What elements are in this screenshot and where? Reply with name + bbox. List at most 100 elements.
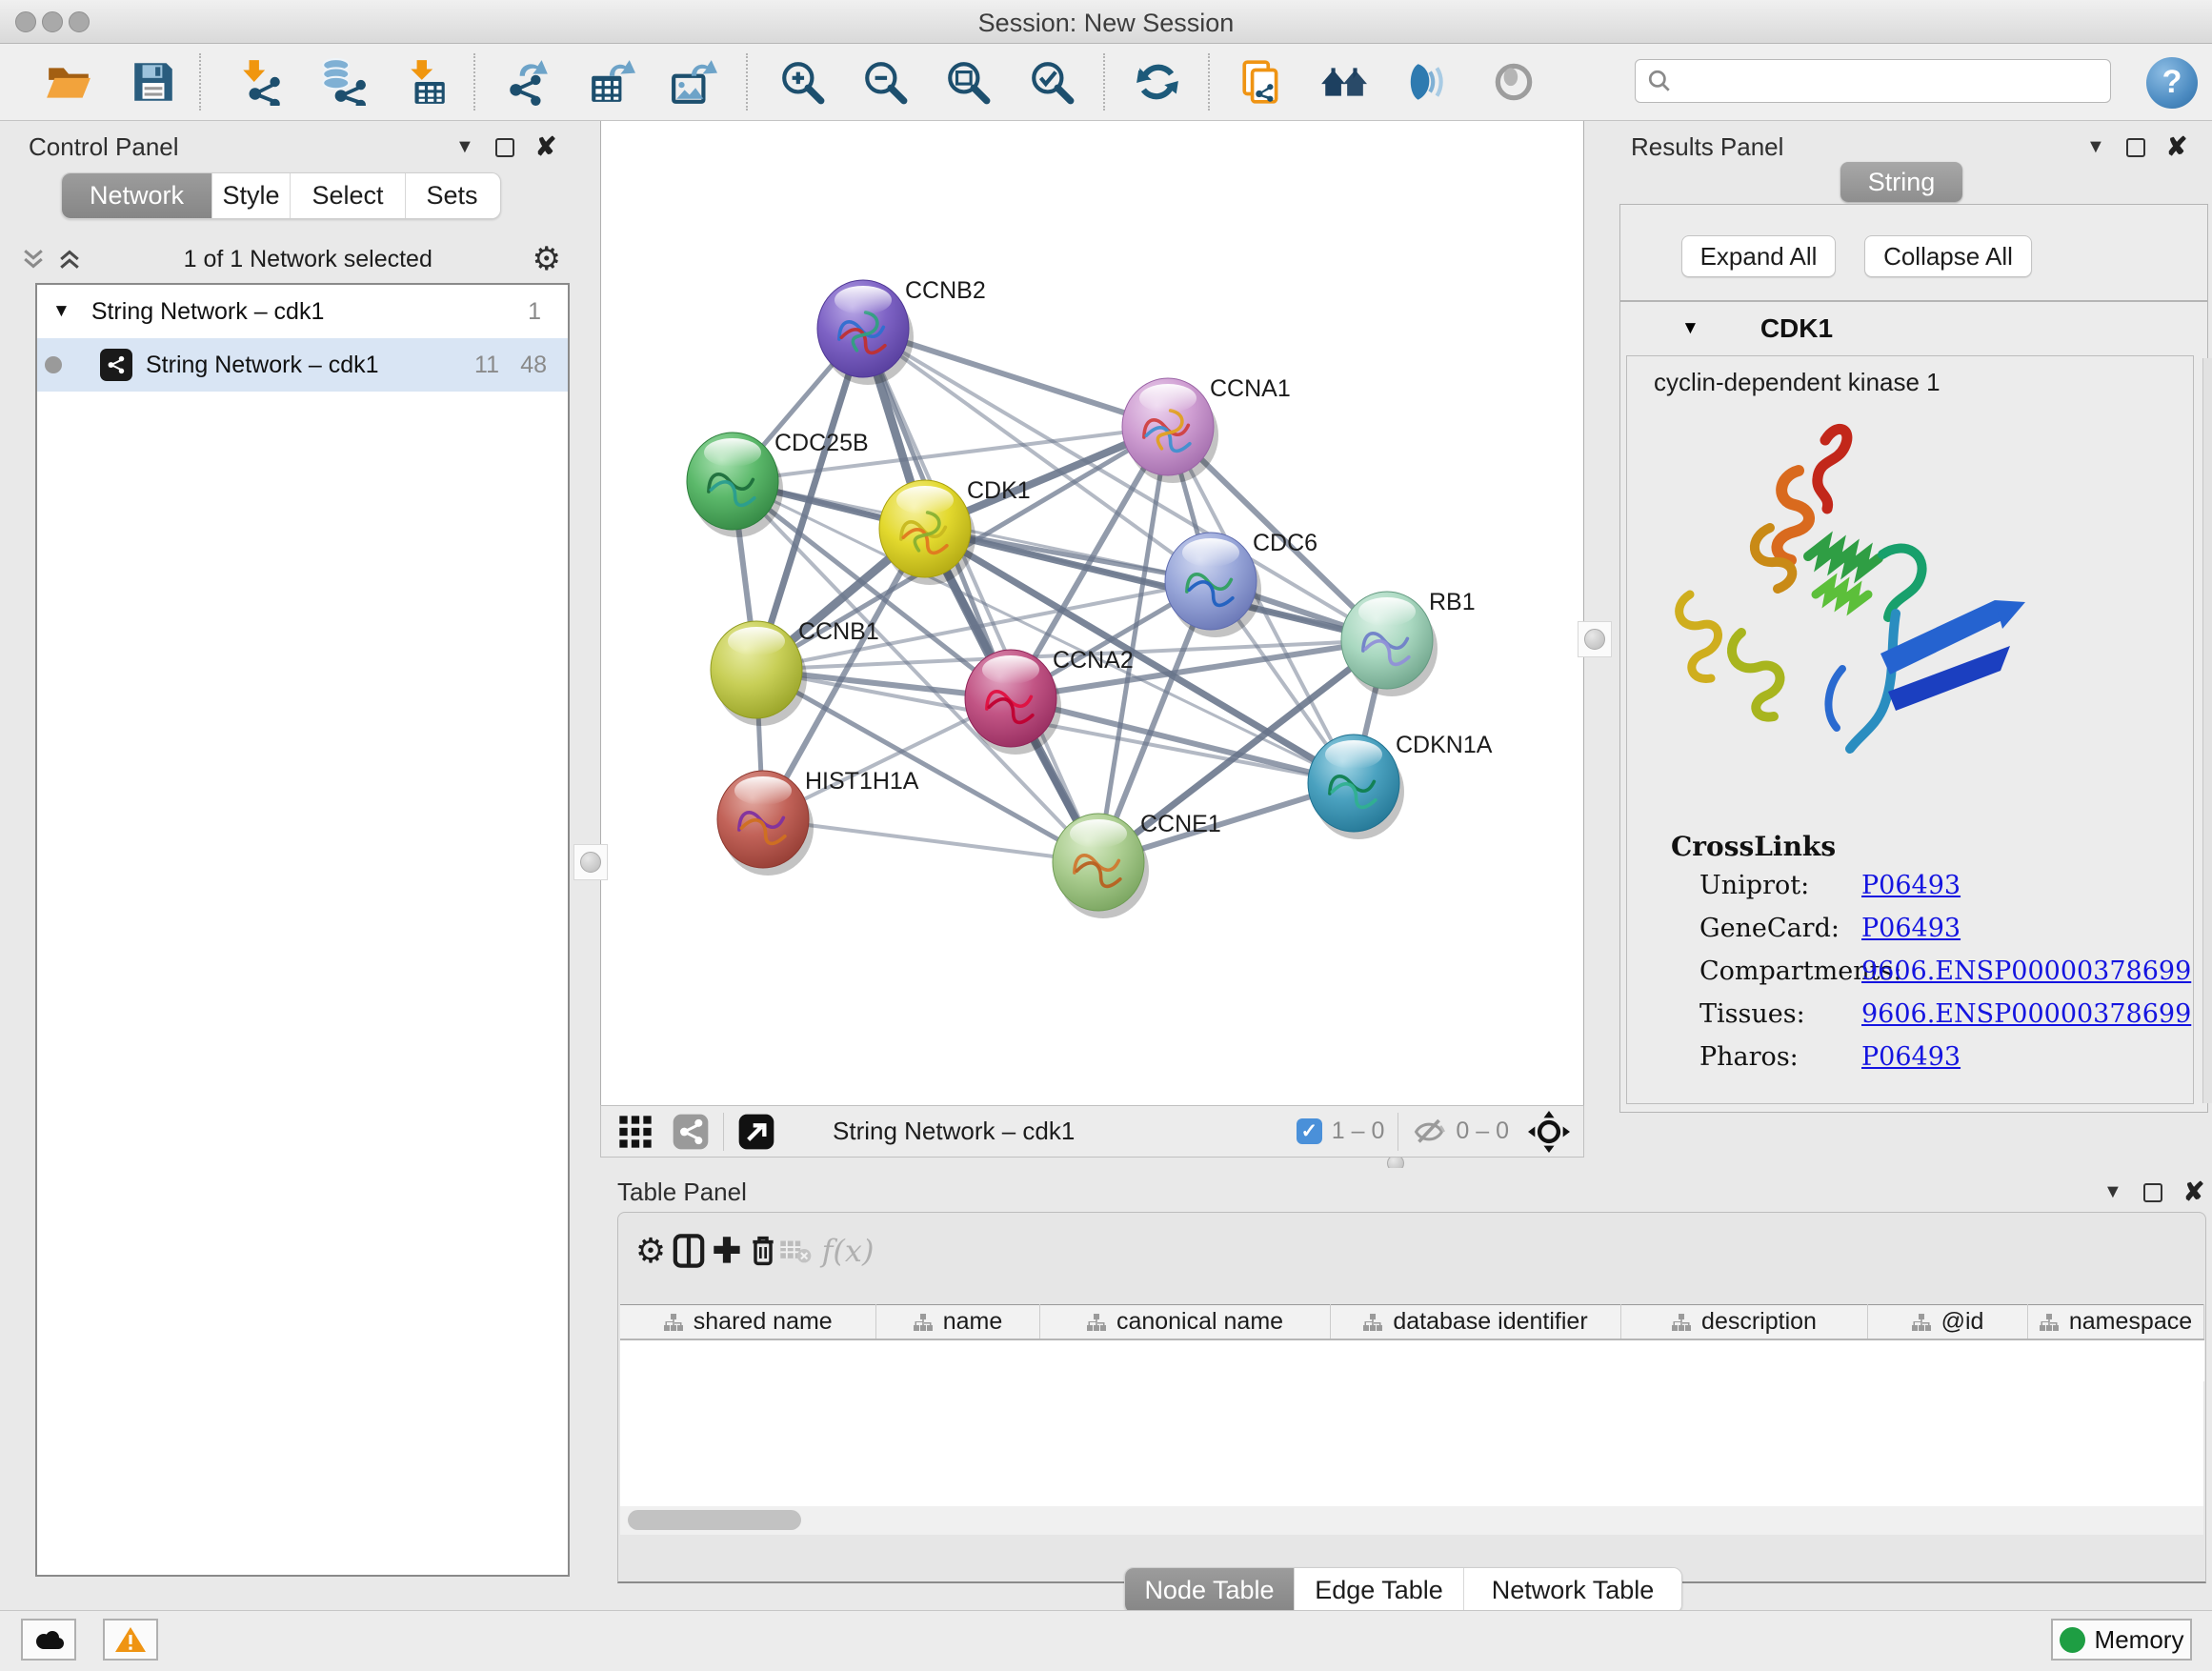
search-input[interactable] xyxy=(1672,68,2081,94)
crosslink-link[interactable]: P06493 xyxy=(1861,914,1961,943)
tab-style[interactable]: Style xyxy=(212,173,291,218)
collapse-all-button[interactable]: Collapse All xyxy=(1864,235,2032,277)
section-collapse-icon[interactable]: ▼ xyxy=(1681,318,1699,339)
grid-view-icon[interactable] xyxy=(616,1113,654,1151)
scrollbar-thumb[interactable] xyxy=(628,1510,801,1530)
crosslink-link[interactable]: P06493 xyxy=(1861,1042,1961,1072)
export-image-icon[interactable] xyxy=(669,57,718,107)
tab-network[interactable]: Network xyxy=(62,173,212,218)
save-session-icon[interactable] xyxy=(129,57,178,107)
right-splitter-handle[interactable] xyxy=(1578,621,1612,657)
warning-icon xyxy=(114,1625,147,1654)
zoom-out-icon[interactable] xyxy=(860,57,910,107)
warning-button[interactable] xyxy=(103,1619,158,1661)
home-icon[interactable] xyxy=(1318,57,1368,107)
open-session-icon[interactable] xyxy=(44,57,93,107)
expand-all-button[interactable]: Expand All xyxy=(1681,235,1836,277)
tab-network-table[interactable]: Network Table xyxy=(1464,1568,1681,1613)
network-node[interactable]: HIST1H1A xyxy=(717,768,919,876)
column-header-shared-name[interactable]: shared name xyxy=(620,1305,875,1339)
network-selection-status: 1 of 1 Network selected xyxy=(84,246,533,273)
export-table-icon[interactable] xyxy=(587,57,636,107)
crosslink-link[interactable]: 9606.ENSP00000378699 xyxy=(1861,999,2191,1029)
show-columns-icon[interactable] xyxy=(668,1230,710,1272)
import-table-icon[interactable] xyxy=(402,57,452,107)
column-header-namespace[interactable]: namespace xyxy=(2027,1305,2203,1339)
open-recent-session-icon[interactable] xyxy=(1237,57,1287,107)
left-splitter-handle[interactable] xyxy=(573,844,608,880)
network-node[interactable]: CCNB2 xyxy=(817,277,986,385)
panel-float-icon[interactable] xyxy=(495,138,514,157)
import-network-icon[interactable] xyxy=(236,57,286,107)
panel-menu-icon[interactable]: ▼ xyxy=(2103,1181,2122,1203)
delete-table-icon[interactable] xyxy=(774,1230,816,1272)
table-panel: Table Panel ▼ ✘ ⚙ ✚ f(x) shared namename… xyxy=(600,1168,2212,1610)
memory-label: Memory xyxy=(2095,1625,2184,1655)
network-node[interactable]: CDC25B xyxy=(687,430,869,537)
crosslink-link[interactable]: 9606.ENSP00000378699 xyxy=(1861,956,2191,986)
table-settings-gear-icon[interactable]: ⚙ xyxy=(630,1230,672,1272)
selected-checkbox-icon[interactable]: ✓ xyxy=(1297,1118,1322,1144)
tab-sets[interactable]: Sets xyxy=(406,173,498,218)
network-node[interactable]: CCNE1 xyxy=(1053,811,1221,918)
import-database-icon[interactable] xyxy=(318,57,368,107)
panel-menu-icon[interactable]: ▼ xyxy=(2086,136,2105,158)
panel-close-icon[interactable]: ✘ xyxy=(2166,132,2188,162)
column-header--id[interactable]: @id xyxy=(1867,1305,2027,1339)
panel-close-icon[interactable]: ✘ xyxy=(2183,1178,2205,1207)
memory-button[interactable]: Memory xyxy=(2051,1619,2192,1661)
search-box[interactable] xyxy=(1635,59,2111,103)
panel-menu-icon[interactable]: ▼ xyxy=(455,136,474,158)
selected-counts: 1 – 0 xyxy=(1332,1117,1385,1145)
string-network-graph[interactable]: CCNB2CCNA1CDC25BCDK1CDC6RB1CCNB1CCNA2CDK… xyxy=(601,121,1583,1103)
column-header-database-identifier[interactable]: database identifier xyxy=(1330,1305,1620,1339)
protein-structure-image xyxy=(1656,413,2056,795)
network-options-gear-icon[interactable]: ⚙ xyxy=(533,240,561,278)
detach-view-icon[interactable] xyxy=(737,1113,775,1151)
network-canvas[interactable]: CCNB2CCNA1CDC25BCDK1CDC6RB1CCNB1CCNA2CDK… xyxy=(600,121,1584,1105)
panel-close-icon[interactable]: ✘ xyxy=(535,132,557,162)
tab-string[interactable]: String xyxy=(1840,162,1962,202)
panel-float-icon[interactable] xyxy=(2126,138,2145,157)
help-button[interactable]: ? xyxy=(2146,57,2198,109)
network-list-icon[interactable] xyxy=(672,1113,710,1151)
cloud-button[interactable] xyxy=(21,1619,76,1661)
show-labels-icon[interactable] xyxy=(1403,57,1453,107)
function-builder-icon[interactable]: f(x) xyxy=(814,1230,881,1272)
export-network-icon[interactable] xyxy=(503,57,553,107)
network-node[interactable]: CDK1 xyxy=(879,477,1031,585)
zoom-fit-icon[interactable] xyxy=(943,57,993,107)
birdseye-crosshair-icon[interactable] xyxy=(1528,1111,1570,1153)
network-node[interactable]: RB1 xyxy=(1341,589,1476,696)
refresh-icon[interactable] xyxy=(1133,57,1182,107)
collection-expand-icon[interactable]: ▼ xyxy=(52,301,70,322)
preview-disabled-icon[interactable] xyxy=(1489,57,1538,107)
network-row[interactable]: String Network – cdk1 11 48 xyxy=(37,338,568,392)
protein-section-header[interactable]: ▼ CDK1 xyxy=(1620,300,2207,355)
column-header-description[interactable]: description xyxy=(1620,1305,1867,1339)
network-node[interactable]: CDKN1A xyxy=(1308,732,1493,839)
results-scrollbar[interactable] xyxy=(2202,358,2212,1103)
view-toolbar-separator xyxy=(723,1113,724,1151)
collapse-all-icon[interactable] xyxy=(19,245,48,273)
network-collection-row[interactable]: ▼ String Network – cdk1 1 xyxy=(37,285,568,338)
crosslink-label: Uniprot: xyxy=(1699,871,1809,900)
panel-float-icon[interactable] xyxy=(2143,1183,2162,1202)
zoom-in-icon[interactable] xyxy=(777,57,827,107)
crosslink-link[interactable]: P06493 xyxy=(1861,871,1961,900)
table-horizontal-scrollbar[interactable] xyxy=(620,1506,2203,1535)
expand-all-icon[interactable] xyxy=(55,245,84,273)
node-label: HIST1H1A xyxy=(805,768,919,795)
column-header-name[interactable]: name xyxy=(875,1305,1039,1339)
tab-select[interactable]: Select xyxy=(291,173,406,218)
toolbar-separator xyxy=(473,53,475,111)
hidden-eye-icon[interactable] xyxy=(1412,1115,1446,1149)
toolbar-separator xyxy=(746,53,748,111)
control-panel-title: Control Panel xyxy=(29,132,179,162)
column-header-canonical-name[interactable]: canonical name xyxy=(1039,1305,1330,1339)
network-node[interactable]: CCNA1 xyxy=(1122,375,1291,483)
tab-node-table[interactable]: Node Table xyxy=(1125,1568,1295,1613)
node-label: CCNA2 xyxy=(1053,647,1134,674)
tab-edge-table[interactable]: Edge Table xyxy=(1295,1568,1464,1613)
zoom-selected-icon[interactable] xyxy=(1027,57,1076,107)
